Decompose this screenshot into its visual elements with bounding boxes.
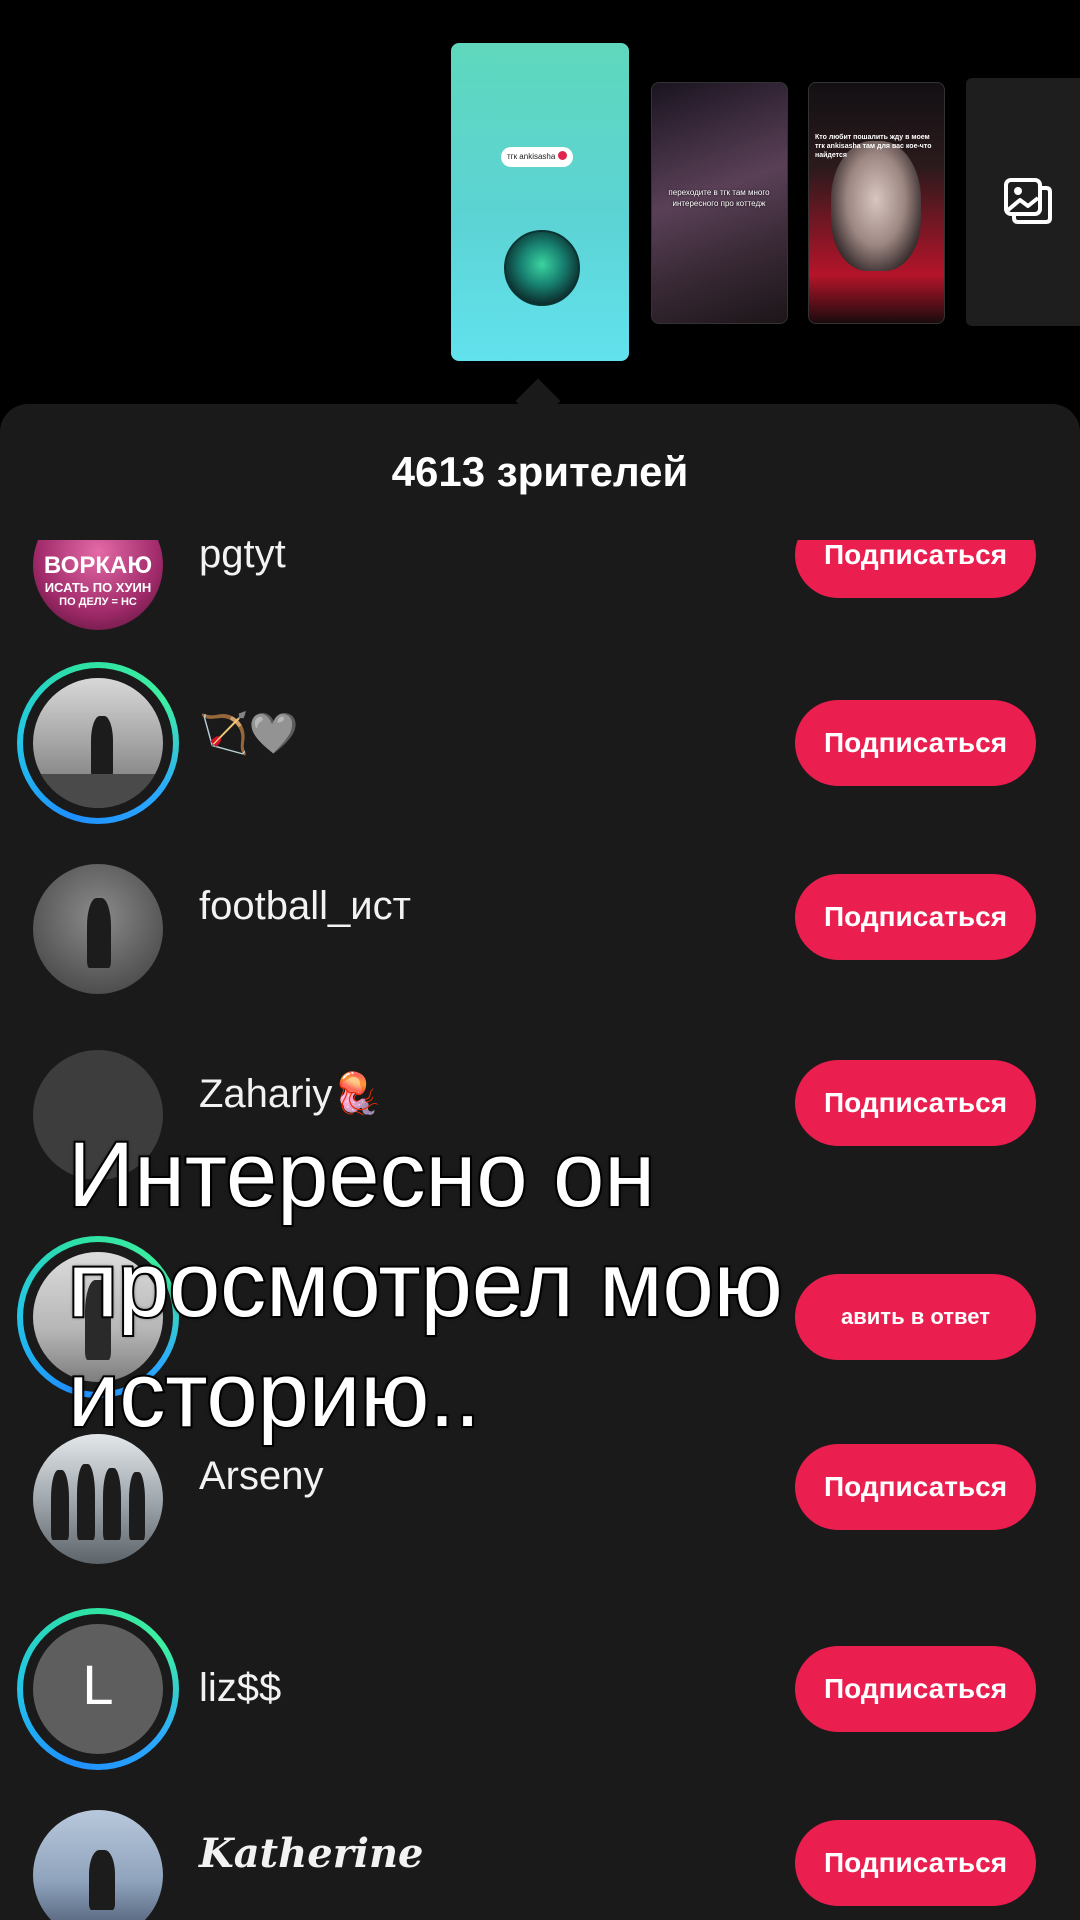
viewer-username[interactable]: pgtyt: [199, 540, 286, 577]
gallery-button[interactable]: [966, 78, 1080, 326]
follow-button[interactable]: Подписаться: [795, 1646, 1036, 1732]
viewer-row[interactable]: Katherine Подписаться: [0, 1810, 1080, 1920]
story-mention-tag: тгк ankisasha: [501, 147, 574, 167]
avatar[interactable]: [33, 678, 163, 808]
viewer-row[interactable]: 🏹🩶 Подписаться: [0, 662, 1080, 824]
story-strip: тгк ankisasha переходите в тгк там много…: [0, 0, 1080, 410]
viewer-username[interactable]: Zahariy🪼: [199, 1070, 382, 1117]
story-thumbnail-caption: Кто любит пошалить жду в моем тгк ankisa…: [815, 134, 932, 159]
follow-button[interactable]: Подписаться: [795, 1444, 1036, 1530]
viewer-username[interactable]: football_ист: [199, 884, 411, 929]
story-thumbnail-caption: переходите в тгк там много интересного п…: [668, 188, 770, 208]
avatar[interactable]: [33, 1810, 163, 1920]
viewer-username[interactable]: Katherine: [199, 1830, 424, 1877]
story-thumbnail-3[interactable]: Кто любит пошалить жду в моем тгк ankisa…: [808, 82, 945, 324]
viewer-row[interactable]: L liz$$ Подписаться: [0, 1608, 1080, 1770]
avatar-letter: L: [82, 1653, 114, 1716]
follow-button[interactable]: Подписаться: [795, 700, 1036, 786]
follow-button[interactable]: Подписаться: [795, 874, 1036, 960]
avatar[interactable]: ВОРКАЮ ИСАТЬ ПО ХУИН ПО ДЕЛУ = НС: [33, 540, 163, 630]
viewer-username[interactable]: Arseny: [199, 1454, 324, 1499]
avatar[interactable]: [33, 1434, 163, 1564]
story-avatar-image: [504, 230, 580, 306]
avatar[interactable]: [33, 864, 163, 994]
follow-button[interactable]: Подписаться: [795, 540, 1036, 598]
follow-button[interactable]: Подписаться: [795, 1820, 1036, 1906]
story-thumbnail-2[interactable]: переходите в тгк там много интересного п…: [651, 82, 788, 324]
viewer-row[interactable]: Arseny Подписаться: [0, 1434, 1080, 1580]
story-thumbnail-current[interactable]: тгк ankisasha: [451, 43, 629, 361]
story-thumbnail-image: [831, 141, 921, 271]
viewer-row[interactable]: ВОРКАЮ ИСАТЬ ПО ХУИН ПО ДЕЛУ = НС pgtyt …: [0, 540, 1080, 630]
viewer-row[interactable]: football_ист Подписаться: [0, 864, 1080, 1010]
viewers-count-title: 4613 зрителей: [391, 448, 689, 495]
viewer-username[interactable]: 🏹🩶: [199, 710, 299, 757]
gallery-icon: [1004, 178, 1052, 224]
avatar[interactable]: L: [33, 1624, 163, 1754]
overlay-caption: Интересно он просмотрел мою историю..: [66, 1122, 785, 1448]
viewer-username[interactable]: liz$$: [199, 1666, 281, 1711]
